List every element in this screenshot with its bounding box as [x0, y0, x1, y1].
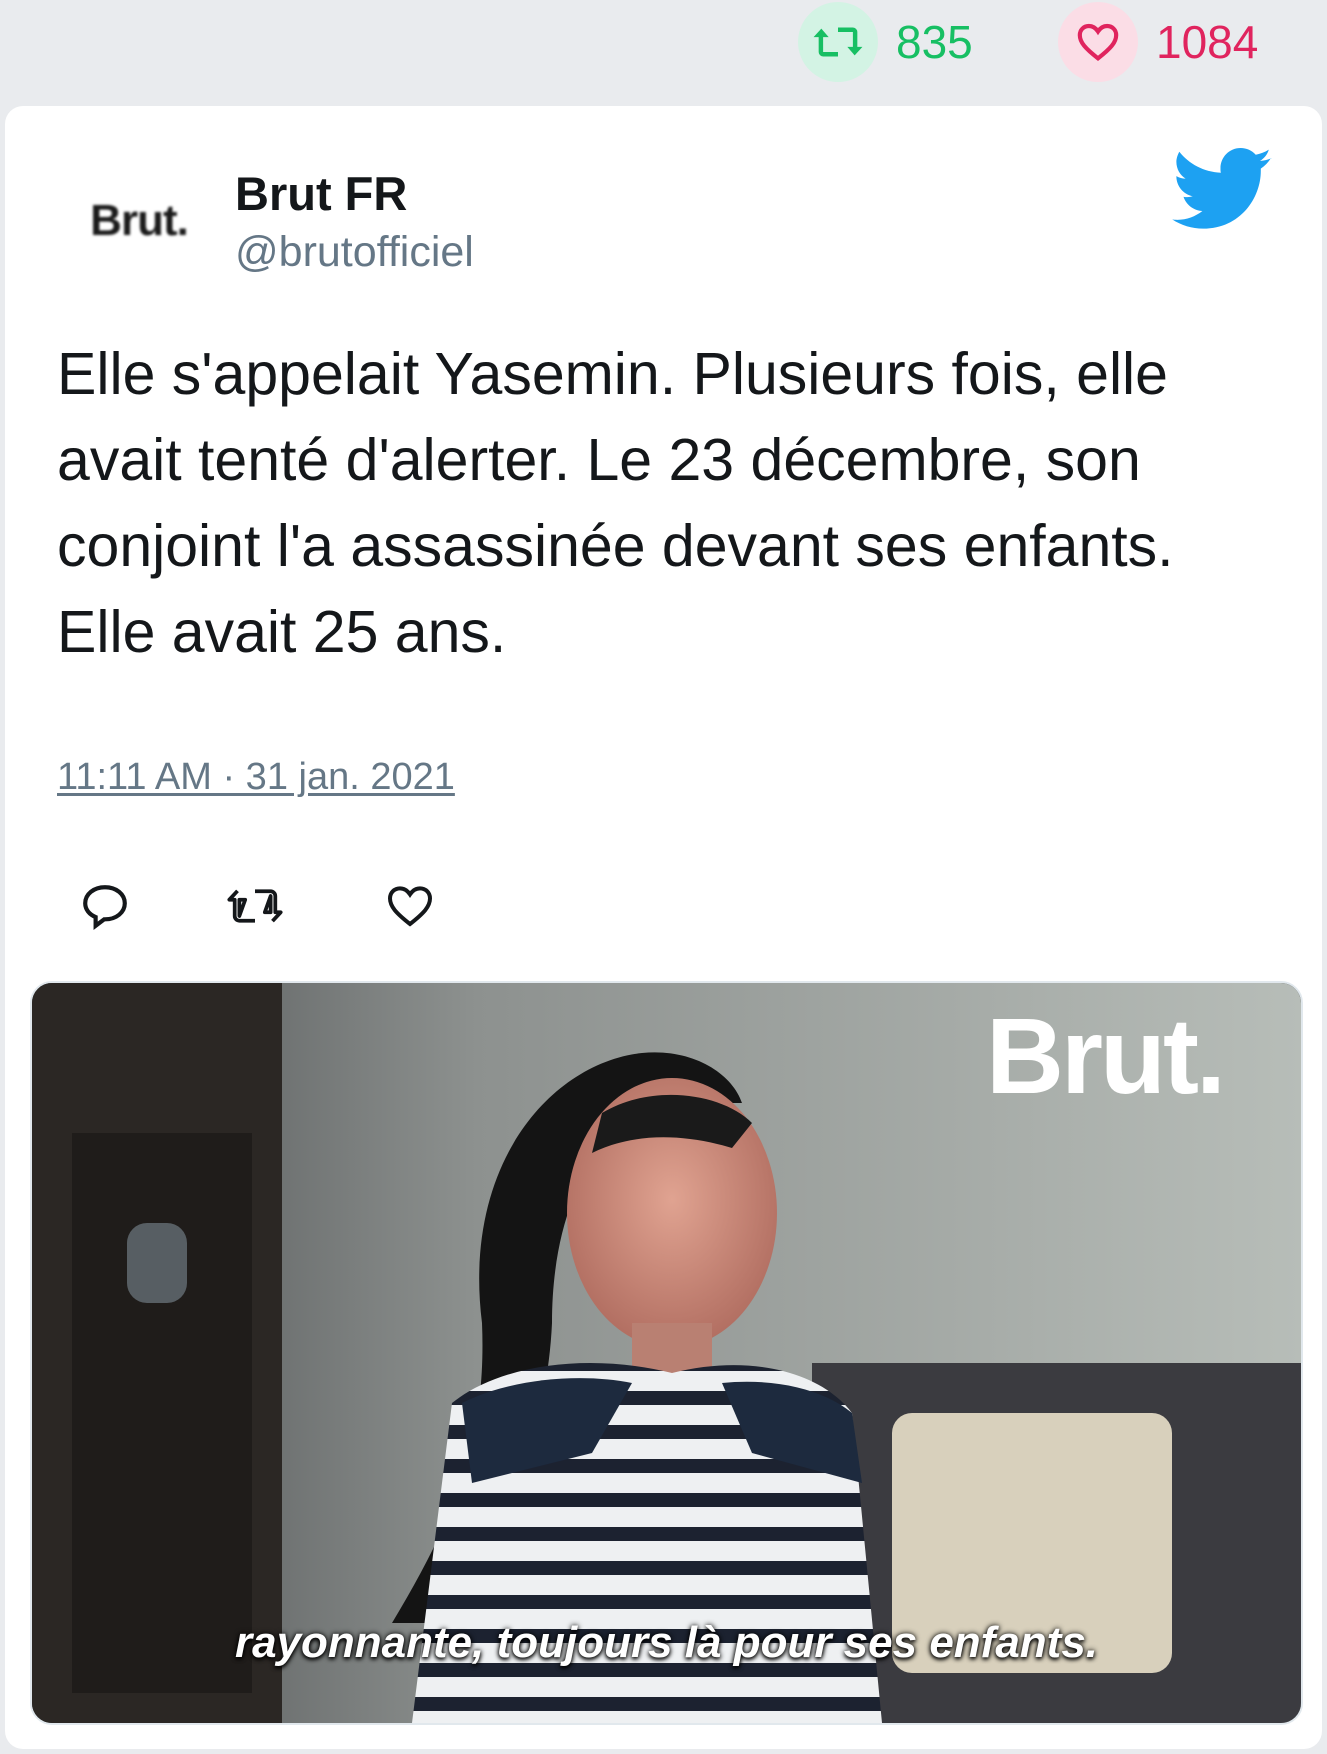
author-handle[interactable]: @brutofficiel [235, 228, 474, 277]
like-count: 1084 [1156, 16, 1259, 68]
heart-icon[interactable] [380, 876, 440, 936]
brut-watermark: Brut. [986, 995, 1226, 1116]
like-stat[interactable]: 1084 [1058, 2, 1258, 82]
video-caption: rayonnante, toujours là pour ses enfants… [234, 1618, 1099, 1667]
tweet-timestamp[interactable]: 11:11 AM · 31 jan. 2021 [57, 756, 455, 799]
author-name[interactable]: Brut FR [235, 166, 407, 221]
retweet-icon[interactable] [225, 876, 285, 936]
tweet-card: Brut. Brut FR @brutofficiel Elle s'appel… [5, 106, 1322, 1749]
stats-bar: 835 1084 [0, 0, 1327, 100]
twitter-bird-icon[interactable] [1172, 148, 1274, 232]
tweet-text: Elle s'appelait Yasemin. Plusieurs fois,… [57, 341, 1174, 665]
retweet-icon[interactable] [798, 2, 878, 82]
reply-icon[interactable] [75, 876, 135, 936]
tweet-media-image[interactable]: Brut. rayonnante, toujours là pour ses e… [30, 981, 1303, 1725]
avatar-logo-text: Brut. [90, 196, 189, 245]
retweet-count: 835 [896, 16, 973, 68]
avatar[interactable]: Brut. [69, 186, 209, 256]
retweet-stat[interactable]: 835 [798, 2, 973, 82]
heart-icon[interactable] [1058, 2, 1138, 82]
